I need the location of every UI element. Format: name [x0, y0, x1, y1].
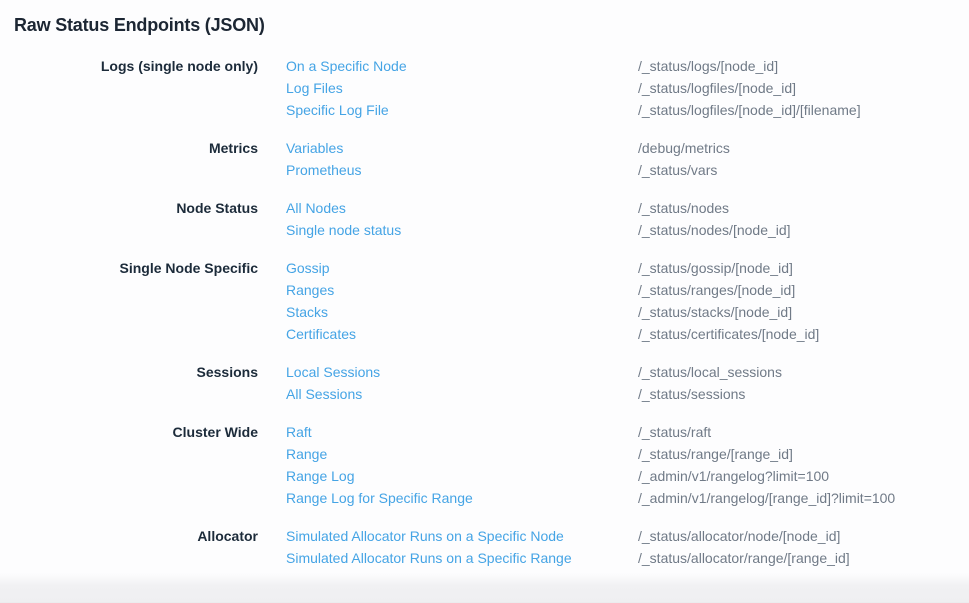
endpoint-link[interactable]: Simulated Allocator Runs on a Specific R… [286, 547, 610, 569]
endpoint-section: Single Node Specific GossipRangesStacksC… [0, 257, 969, 345]
endpoint-link[interactable]: Range [286, 443, 610, 465]
endpoint-path: /_status/nodes/[node_id] [638, 219, 969, 241]
paths-column: /_status/nodes/_status/nodes/[node_id] [610, 197, 969, 241]
endpoint-path: /_status/vars [638, 159, 969, 181]
links-column: VariablesPrometheus [258, 137, 610, 181]
endpoint-section: Allocator Simulated Allocator Runs on a … [0, 525, 969, 569]
endpoint-path: /_status/nodes [638, 197, 969, 219]
endpoint-section: Cluster Wide RaftRangeRange LogRange Log… [0, 421, 969, 509]
endpoint-link[interactable]: On a Specific Node [286, 55, 610, 77]
category-label: Logs (single node only) [0, 55, 258, 121]
links-column: RaftRangeRange LogRange Log for Specific… [258, 421, 610, 509]
endpoint-path: /_admin/v1/rangelog/[range_id]?limit=100 [638, 487, 969, 509]
endpoint-path: /_status/ranges/[node_id] [638, 279, 969, 301]
paths-column: /_status/raft/_status/range/[range_id]/_… [610, 421, 969, 509]
endpoint-section: Metrics VariablesPrometheus /debug/metri… [0, 137, 969, 181]
endpoint-path: /_status/logs/[node_id] [638, 55, 969, 77]
endpoint-link[interactable]: Range Log [286, 465, 610, 487]
endpoint-section: Sessions Local SessionsAll Sessions /_st… [0, 361, 969, 405]
endpoint-link[interactable]: Gossip [286, 257, 610, 279]
paths-column: /_status/allocator/node/[node_id]/_statu… [610, 525, 969, 569]
links-column: Local SessionsAll Sessions [258, 361, 610, 405]
endpoint-path: /_admin/v1/rangelog?limit=100 [638, 465, 969, 487]
links-column: All NodesSingle node status [258, 197, 610, 241]
endpoint-link[interactable]: Variables [286, 137, 610, 159]
endpoint-link[interactable]: Prometheus [286, 159, 610, 181]
endpoint-path: /_status/allocator/range/[range_id] [638, 547, 969, 569]
category-label: Sessions [0, 361, 258, 405]
endpoint-path: /_status/sessions [638, 383, 969, 405]
paths-column: /_status/gossip/[node_id]/_status/ranges… [610, 257, 969, 345]
endpoint-link[interactable]: Local Sessions [286, 361, 610, 383]
links-column: Simulated Allocator Runs on a Specific N… [258, 525, 610, 569]
endpoint-link[interactable]: All Nodes [286, 197, 610, 219]
endpoint-link[interactable]: Log Files [286, 77, 610, 99]
endpoint-link[interactable]: All Sessions [286, 383, 610, 405]
paths-column: /_status/local_sessions/_status/sessions [610, 361, 969, 405]
paths-column: /_status/logs/[node_id]/_status/logfiles… [610, 55, 969, 121]
page-title: Raw Status Endpoints (JSON) [14, 13, 969, 37]
endpoint-path: /_status/logfiles/[node_id] [638, 77, 969, 99]
endpoint-path: /_status/raft [638, 421, 969, 443]
endpoint-path: /_status/stacks/[node_id] [638, 301, 969, 323]
links-column: On a Specific NodeLog FilesSpecific Log … [258, 55, 610, 121]
endpoint-link[interactable]: Simulated Allocator Runs on a Specific N… [286, 525, 610, 547]
endpoint-path: /_status/allocator/node/[node_id] [638, 525, 969, 547]
raw-status-endpoints-page: Raw Status Endpoints (JSON) Logs (single… [0, 0, 969, 569]
endpoint-link[interactable]: Specific Log File [286, 99, 610, 121]
endpoint-link[interactable]: Ranges [286, 279, 610, 301]
category-label: Metrics [0, 137, 258, 181]
endpoint-path: /_status/logfiles/[node_id]/[filename] [638, 99, 969, 121]
category-label: Allocator [0, 525, 258, 569]
endpoint-section: Node Status All NodesSingle node status … [0, 197, 969, 241]
footer-strip [0, 573, 969, 603]
links-column: GossipRangesStacksCertificates [258, 257, 610, 345]
endpoint-path: /_status/gossip/[node_id] [638, 257, 969, 279]
endpoint-path: /_status/certificates/[node_id] [638, 323, 969, 345]
category-label: Cluster Wide [0, 421, 258, 509]
endpoint-link[interactable]: Stacks [286, 301, 610, 323]
endpoint-path: /debug/metrics [638, 137, 969, 159]
endpoint-sections: Logs (single node only) On a Specific No… [0, 55, 969, 569]
endpoint-link[interactable]: Range Log for Specific Range [286, 487, 610, 509]
endpoint-link[interactable]: Single node status [286, 219, 610, 241]
paths-column: /debug/metrics/_status/vars [610, 137, 969, 181]
endpoint-path: /_status/local_sessions [638, 361, 969, 383]
endpoint-section: Logs (single node only) On a Specific No… [0, 55, 969, 121]
endpoint-link[interactable]: Certificates [286, 323, 610, 345]
endpoint-path: /_status/range/[range_id] [638, 443, 969, 465]
category-label: Single Node Specific [0, 257, 258, 345]
category-label: Node Status [0, 197, 258, 241]
endpoint-link[interactable]: Raft [286, 421, 610, 443]
